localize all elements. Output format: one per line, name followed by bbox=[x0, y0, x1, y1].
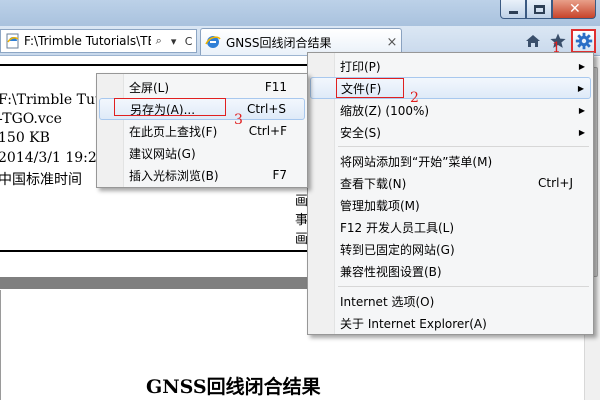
address-dropdown-icon[interactable]: ▾ bbox=[166, 35, 181, 48]
menu-item-compat-view[interactable]: 兼容性视图设置(B) bbox=[310, 260, 591, 282]
tools-button[interactable] bbox=[571, 29, 596, 53]
tab-title: GNSS回线闭合结果 bbox=[226, 35, 332, 50]
ie-page-icon bbox=[6, 33, 19, 49]
title-bar: ✕ bbox=[0, 0, 600, 26]
annotation-number-2: 2 bbox=[410, 90, 419, 106]
close-window-button[interactable]: ✕ bbox=[552, 0, 596, 19]
info-filename: -TGO.vce bbox=[0, 111, 62, 127]
menu-item-shortcut: F7 bbox=[272, 168, 287, 182]
info-size: 150 KB bbox=[0, 130, 50, 146]
menu-item-shortcut: Ctrl+S bbox=[246, 102, 286, 116]
menu-item-add-to-start[interactable]: 将网站添加到“开始”菜单(M) bbox=[310, 150, 591, 172]
menu-item-label: 缩放(Z) (100%) bbox=[340, 103, 430, 118]
menu-item-print[interactable]: 打印(P) ▶ bbox=[310, 55, 591, 77]
menu-item-label: 打印(P) bbox=[340, 59, 381, 74]
info-timezone: 中国标准时间 bbox=[0, 172, 82, 188]
menu-item-suggested-sites[interactable]: 建议网站(G) bbox=[99, 142, 305, 164]
annotation-box-save-as bbox=[114, 98, 226, 116]
maximize-icon bbox=[534, 5, 545, 14]
menu-item-label: 建议网站(G) bbox=[129, 146, 196, 161]
minimize-button[interactable] bbox=[500, 0, 526, 19]
menu-item-label: 安全(S) bbox=[340, 125, 381, 140]
submenu-arrow-icon: ▶ bbox=[577, 83, 584, 93]
info-path: F:\Trimble Tuto bbox=[0, 92, 110, 108]
menu-separator bbox=[338, 286, 589, 287]
menu-item-about-ie[interactable]: 关于 Internet Explorer(A) bbox=[310, 312, 591, 334]
home-button[interactable] bbox=[522, 30, 544, 52]
annotation-box-file bbox=[336, 78, 404, 98]
menu-item-label: 关于 Internet Explorer(A) bbox=[340, 316, 487, 331]
address-bar[interactable]: F:\Trimble Tutorials\TE ⌕ ▾ C bbox=[0, 29, 197, 53]
menu-separator bbox=[338, 146, 589, 147]
tab-close-icon[interactable]: × bbox=[383, 35, 401, 50]
menu-item-label: 插入光标浏览(B) bbox=[129, 168, 219, 183]
menu-item-dev-tools[interactable]: F12 开发人员工具(L) bbox=[310, 216, 591, 238]
menu-item-find-on-page[interactable]: 在此页上查找(F) Ctrl+F bbox=[99, 120, 305, 142]
menu-item-zoom[interactable]: 缩放(Z) (100%) ▶ bbox=[310, 99, 591, 121]
minimize-icon bbox=[509, 11, 518, 14]
menu-item-label: 转到已固定的网站(G) bbox=[340, 242, 455, 257]
menu-item-label: 将网站添加到“开始”菜单(M) bbox=[340, 154, 493, 169]
menu-item-pinned-sites[interactable]: 转到已固定的网站(G) bbox=[310, 238, 591, 260]
maximize-button[interactable] bbox=[526, 0, 552, 19]
page-heading: GNSS回线闭合结果 bbox=[146, 376, 321, 398]
home-icon bbox=[526, 35, 540, 47]
address-text: F:\Trimble Tutorials\TE bbox=[24, 34, 152, 48]
tab-gnss-results[interactable]: GNSS回线闭合结果 × bbox=[200, 28, 402, 55]
menu-item-label: 兼容性视图设置(B) bbox=[340, 264, 442, 279]
menu-item-caret-browsing[interactable]: 插入光标浏览(B) F7 bbox=[99, 164, 305, 186]
content-border bbox=[0, 290, 1, 400]
menu-item-label: Internet 选项(O) bbox=[340, 294, 435, 309]
close-icon: ✕ bbox=[569, 1, 581, 17]
menu-item-internet-options[interactable]: Internet 选项(O) bbox=[310, 290, 591, 312]
annotation-number-3: 3 bbox=[234, 112, 243, 128]
menu-item-label: 全屏(L) bbox=[129, 80, 170, 95]
info-date: 2014/3/1 19:29 bbox=[0, 150, 106, 166]
menu-item-shortcut: Ctrl+F bbox=[248, 124, 287, 138]
menu-item-label: 查看下载(N) bbox=[340, 176, 407, 191]
submenu-arrow-icon: ▶ bbox=[578, 105, 585, 115]
menu-item-manage-addons[interactable]: 管理加载项(M) bbox=[310, 194, 591, 216]
menu-item-security[interactable]: 安全(S) ▶ bbox=[310, 121, 591, 143]
ie-tab-icon bbox=[205, 36, 221, 48]
menu-item-shortcut: F11 bbox=[264, 80, 287, 94]
menu-item-label: 在此页上查找(F) bbox=[129, 124, 218, 139]
menu-item-label: F12 开发人员工具(L) bbox=[340, 220, 455, 235]
refresh-icon[interactable]: C bbox=[181, 35, 196, 48]
submenu-arrow-icon: ▶ bbox=[578, 61, 585, 71]
submenu-arrow-icon: ▶ bbox=[578, 127, 585, 137]
menu-item-fullscreen[interactable]: 全屏(L) F11 bbox=[99, 76, 305, 98]
file-submenu: 全屏(L) F11 另存为(A)... Ctrl+S 在此页上查找(F) Ctr… bbox=[96, 73, 308, 188]
annotation-number-1: 1 bbox=[552, 40, 561, 56]
gear-icon bbox=[575, 32, 592, 50]
search-icon[interactable]: ⌕ bbox=[151, 34, 166, 48]
menu-item-shortcut: Ctrl+J bbox=[538, 176, 573, 190]
menu-item-label: 管理加载项(M) bbox=[340, 198, 420, 213]
menu-item-view-downloads[interactable]: 查看下载(N) Ctrl+J bbox=[310, 172, 591, 194]
window-controls: ✕ bbox=[500, 0, 596, 19]
